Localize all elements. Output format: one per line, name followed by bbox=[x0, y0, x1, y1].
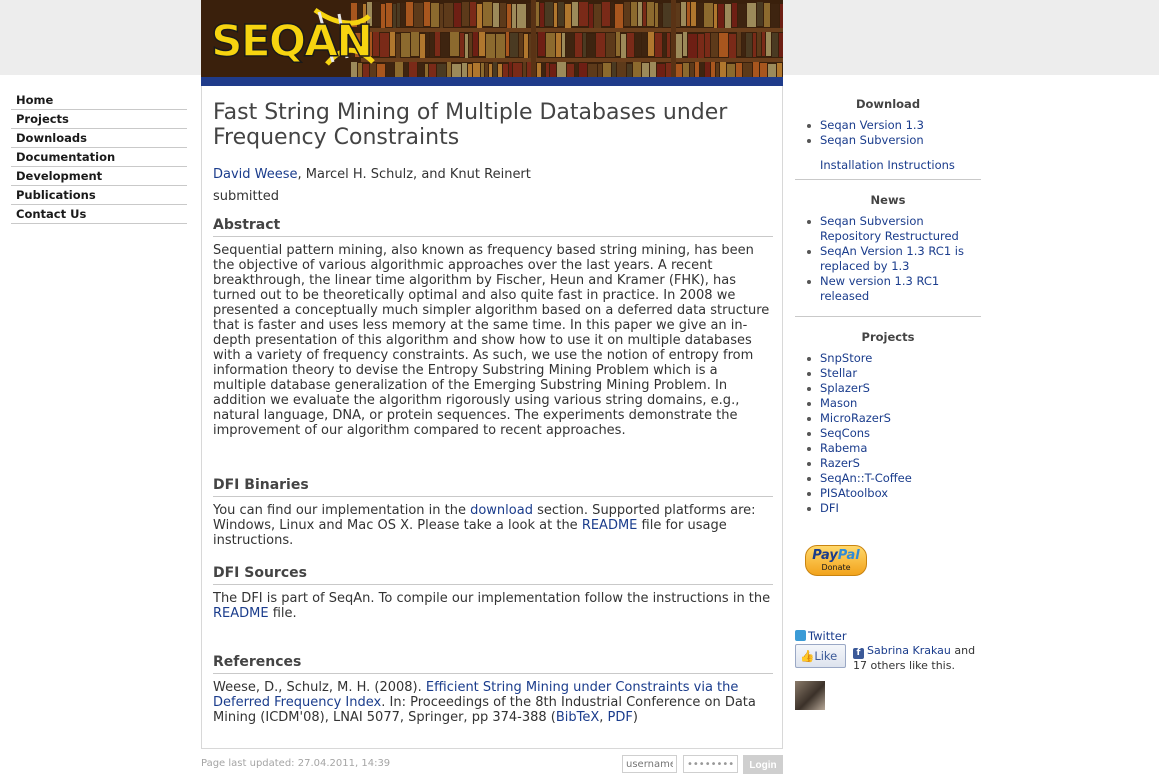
nav-item-projects[interactable]: Projects bbox=[11, 110, 187, 129]
page-title: Fast String Mining of Multiple Databases… bbox=[213, 100, 728, 150]
sources-text-1: The DFI is part of SeqAn. To compile our… bbox=[213, 591, 771, 606]
paypal-pay: Pay bbox=[812, 548, 838, 563]
project-link-microrazers[interactable]: MicroRazerS bbox=[820, 411, 891, 425]
nav-item-home[interactable]: Home bbox=[11, 91, 187, 110]
project-link-seqcons[interactable]: SeqCons bbox=[820, 426, 870, 440]
references-heading: References bbox=[213, 653, 773, 674]
download-link-seqan-1-3[interactable]: Seqan Version 1.3 bbox=[820, 118, 924, 132]
header-banner: SEQAN bbox=[201, 0, 783, 86]
main-nav: Home Projects Downloads Documentation De… bbox=[11, 91, 187, 224]
projects-box: Projects SnpStore Stellar SplazerS Mason… bbox=[795, 329, 981, 516]
project-link-pisatoolbox[interactable]: PISAtoolbox bbox=[820, 486, 888, 500]
sources-text: The DFI is part of SeqAn. To compile our… bbox=[213, 591, 773, 621]
ref-text-3: ) bbox=[632, 710, 638, 725]
binaries-text-1: You can find our implementation in the bbox=[213, 503, 471, 518]
project-link-seqan-tcoffee[interactable]: SeqAn::T-Coffee bbox=[820, 471, 912, 485]
facebook-likes-text: f Sabrina Krakau and 17 others like this. bbox=[853, 644, 983, 673]
abstract-heading: Abstract bbox=[213, 216, 773, 237]
thumbs-up-icon: 👍 bbox=[800, 649, 815, 663]
project-link-snpstore[interactable]: SnpStore bbox=[820, 351, 872, 365]
twitter-link[interactable]: Twitter bbox=[795, 629, 847, 643]
binaries-heading: DFI Binaries bbox=[213, 476, 773, 497]
project-link-rabema[interactable]: Rabema bbox=[820, 441, 867, 455]
nav-item-development[interactable]: Development bbox=[11, 167, 187, 186]
abstract-text: Sequential pattern mining, also known as… bbox=[213, 243, 770, 438]
download-heading: Download bbox=[855, 97, 921, 111]
username-input[interactable] bbox=[622, 755, 677, 773]
news-item-rc1-released[interactable]: New version 1.3 RC1 released bbox=[820, 274, 939, 303]
project-link-stellar[interactable]: Stellar bbox=[820, 366, 857, 380]
logo-text: SEQAN bbox=[210, 16, 374, 67]
pdf-link[interactable]: PDF bbox=[608, 710, 633, 725]
readme-link[interactable]: README bbox=[582, 518, 638, 533]
paypal-logo: PayPal bbox=[806, 548, 866, 563]
installation-instructions-link[interactable]: Installation Instructions bbox=[820, 158, 955, 172]
news-item-rc1-replaced[interactable]: SeqAn Version 1.3 RC1 is replaced by 1.3 bbox=[820, 244, 964, 273]
right-sidebar: Download Seqan Version 1.3 Seqan Subvers… bbox=[795, 96, 981, 516]
authors-rest: , Marcel H. Schulz, and Knut Reinert bbox=[297, 167, 531, 182]
nav-item-publications[interactable]: Publications bbox=[11, 186, 187, 205]
main-content: Fast String Mining of Multiple Databases… bbox=[201, 86, 783, 749]
paypal-pal: Pal bbox=[837, 548, 860, 563]
binaries-text: You can find our implementation in the d… bbox=[213, 503, 773, 548]
facebook-avatar[interactable] bbox=[795, 681, 825, 710]
bibtex-link[interactable]: BibTeX bbox=[556, 710, 599, 725]
project-link-splazers[interactable]: SplazerS bbox=[820, 381, 870, 395]
news-box: News Seqan Subversion Repository Restruc… bbox=[795, 192, 981, 317]
paypal-donate-button[interactable]: PayPal Donate bbox=[805, 545, 867, 576]
facebook-icon: f bbox=[853, 648, 864, 659]
author-link-david-weese[interactable]: David Weese bbox=[213, 167, 298, 182]
project-link-mason[interactable]: Mason bbox=[820, 396, 857, 410]
project-link-razers[interactable]: RazerS bbox=[820, 456, 860, 470]
nav-item-documentation[interactable]: Documentation bbox=[11, 148, 187, 167]
seqan-logo[interactable]: SEQAN bbox=[207, 6, 377, 68]
nav-item-downloads[interactable]: Downloads bbox=[11, 129, 187, 148]
authors: David Weese, Marcel H. Schulz, and Knut … bbox=[213, 166, 773, 184]
banner-strip bbox=[201, 77, 783, 86]
news-item-subversion[interactable]: Seqan Subversion Repository Restructured bbox=[820, 214, 959, 243]
download-link-subversion[interactable]: Seqan Subversion bbox=[820, 133, 924, 147]
twitter-label[interactable]: Twitter bbox=[808, 629, 847, 643]
login-button[interactable]: Login bbox=[743, 755, 783, 774]
ref-sep: , bbox=[599, 710, 608, 725]
news-heading: News bbox=[870, 193, 906, 207]
like-label: Like bbox=[814, 649, 838, 663]
reference-entry: Weese, D., Schulz, M. H. (2008). Efficie… bbox=[213, 680, 773, 725]
sources-readme-link[interactable]: README bbox=[213, 606, 269, 621]
project-link-dfi[interactable]: DFI bbox=[820, 501, 839, 515]
projects-heading: Projects bbox=[861, 330, 915, 344]
sources-heading: DFI Sources bbox=[213, 564, 773, 585]
facebook-like-button[interactable]: 👍Like bbox=[795, 644, 846, 668]
download-link[interactable]: download bbox=[470, 503, 533, 518]
nav-item-contact-us[interactable]: Contact Us bbox=[11, 205, 187, 224]
password-input[interactable] bbox=[683, 755, 738, 773]
ref-text-1: Weese, D., Schulz, M. H. (2008). bbox=[213, 680, 426, 695]
last-updated: Page last updated: 27.04.2011, 14:39 bbox=[201, 758, 391, 769]
donate-label: Donate bbox=[821, 563, 851, 572]
twitter-icon bbox=[795, 630, 806, 641]
fb-friend-link[interactable]: Sabrina Krakau bbox=[867, 644, 951, 657]
publication-status: submitted bbox=[213, 189, 279, 204]
sources-text-2: file. bbox=[268, 606, 297, 621]
download-box: Download Seqan Version 1.3 Seqan Subvers… bbox=[795, 96, 981, 180]
